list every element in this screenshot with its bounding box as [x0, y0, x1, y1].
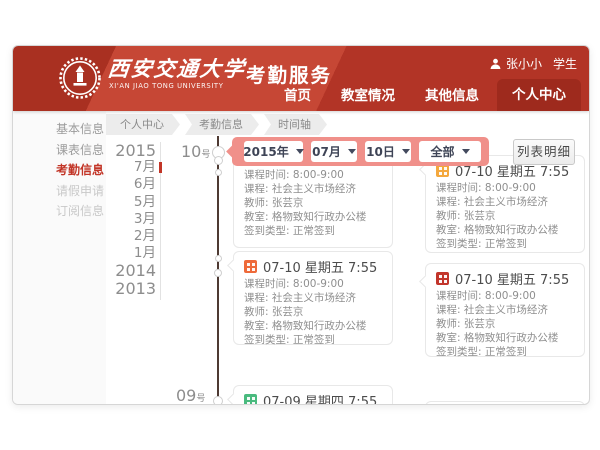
- card-field: 教室: 格物致知行政办公楼: [436, 224, 574, 238]
- card-field: 教师: 张芸京: [244, 197, 382, 211]
- card-field: 课程时间: 8:00-9:00: [244, 278, 382, 292]
- university-logo-icon: [58, 56, 102, 104]
- card-field: 课程: 社会主义市场经济: [244, 183, 382, 197]
- month-dropdown[interactable]: 07月: [311, 141, 357, 162]
- timeline-dot: [213, 396, 223, 405]
- nav-item-3[interactable]: 个人中心: [497, 79, 581, 111]
- sidebar-item-0[interactable]: 基本信息: [13, 119, 106, 140]
- timeline-period-2014[interactable]: 2014: [63, 262, 156, 279]
- current-period-tick: [159, 162, 162, 173]
- attendance-card: 07-10 星期五 7:55课程时间: 8:00-9:00课程: 社会主义市场经…: [425, 155, 585, 253]
- timeline-dot: [214, 269, 222, 277]
- timeline-period-5月[interactable]: 5月: [63, 194, 156, 211]
- card-title: 07-10 星期五 7:55: [455, 269, 569, 288]
- university-name-en: XI'AN JIAO TONG UNIVERSITY: [109, 82, 223, 90]
- card-field: 课程时间: 8:00-9:00: [436, 290, 574, 304]
- timeline-period-list: 20157月6月5月3月2月1月20142013: [63, 142, 156, 297]
- day-dropdown[interactable]: 10日: [365, 141, 411, 162]
- breadcrumb-item-2[interactable]: 时间轴: [264, 114, 327, 135]
- main-nav: 首页教室情况其他信息个人中心: [272, 79, 581, 111]
- timeline-dot: [214, 156, 223, 165]
- seal-icon: [244, 394, 257, 405]
- university-name-zh: 西安交通大学: [106, 53, 247, 83]
- card-field: 签到类型: 正常签到: [244, 334, 382, 348]
- card-field: 教师: 张芸京: [436, 318, 574, 332]
- attendance-card: 07-10 星期五 7:55 课程时间: 8:00-9:00课程: 社会主义市场经…: [425, 263, 585, 357]
- timeline-period-7月[interactable]: 7月: [63, 159, 156, 176]
- attendance-card: 07-09 星期四 7:55: [233, 385, 393, 405]
- card-field: 教室: 格物致知行政办公楼: [436, 332, 574, 346]
- chevron-down-icon: [296, 149, 304, 154]
- seal-icon: [436, 272, 449, 285]
- card-field: 课程: 社会主义市场经济: [244, 292, 382, 306]
- breadcrumb-item-0[interactable]: 个人中心: [106, 114, 180, 135]
- timeline-period-6月[interactable]: 6月: [63, 176, 156, 193]
- breadcrumb-item-1[interactable]: 考勤信息: [185, 114, 259, 135]
- timeline-period-1月[interactable]: 1月: [63, 245, 156, 262]
- card-field: 教师: 张芸京: [436, 210, 574, 224]
- card-field: 签到类型: 正常签到: [244, 225, 382, 239]
- type-dropdown[interactable]: 全部: [419, 141, 481, 162]
- chevron-down-icon: [462, 149, 470, 154]
- breadcrumb: 个人中心考勤信息时间轴: [106, 114, 327, 135]
- timeline-dot: [215, 255, 222, 262]
- user-info[interactable]: 张小小 学生: [490, 55, 577, 72]
- timeline-period-2月[interactable]: 2月: [63, 228, 156, 245]
- card-field: 教师: 张芸京: [244, 306, 382, 320]
- card-field: 签到类型: 正常签到: [436, 238, 574, 252]
- day-marker-10: 10号: [181, 142, 210, 161]
- chevron-down-icon: [402, 149, 410, 154]
- attendance-card: 07-10 星期五 7:55 课程时间: 8:00-9:00课程: 社会主义市场经…: [233, 251, 393, 345]
- seal-icon: [244, 260, 257, 273]
- date-filter-bar: 2015年 07月 10日 全部: [232, 137, 489, 166]
- app-header: 西安交通大学 XI'AN JIAO TONG UNIVERSITY 考勤服务 张…: [13, 46, 589, 111]
- user-name: 张小小: [506, 55, 542, 72]
- user-role: 学生: [553, 55, 577, 72]
- card-title: 07-10 星期五 7:55: [263, 257, 377, 276]
- attendance-card: [425, 401, 585, 405]
- nav-item-0[interactable]: 首页: [272, 81, 323, 111]
- timeline-period-3月[interactable]: 3月: [63, 211, 156, 228]
- card-field: 课程: 社会主义市场经济: [436, 196, 574, 210]
- timeline-dot: [215, 169, 222, 176]
- app-window: 西安交通大学 XI'AN JIAO TONG UNIVERSITY 考勤服务 张…: [12, 45, 590, 405]
- user-icon: [490, 58, 501, 70]
- list-detail-button[interactable]: 列表明细: [513, 139, 575, 165]
- year-dropdown[interactable]: 2015年: [244, 141, 303, 162]
- card-field: 课程: 社会主义市场经济: [436, 304, 574, 318]
- day-marker-09: 09号: [176, 386, 205, 405]
- timeline-period-2015[interactable]: 2015: [63, 142, 156, 159]
- timeline-period-2013[interactable]: 2013: [63, 280, 156, 297]
- chevron-down-icon: [348, 149, 356, 154]
- card-field: 教室: 格物致知行政办公楼: [244, 320, 382, 334]
- nav-item-2[interactable]: 其他信息: [413, 81, 491, 111]
- nav-item-1[interactable]: 教室情况: [329, 81, 407, 111]
- card-field: 课程时间: 8:00-9:00: [436, 182, 574, 196]
- card-field: 教室: 格物致知行政办公楼: [244, 211, 382, 225]
- card-field: 课程时间: 8:00-9:00: [244, 169, 382, 183]
- card-title: 07-09 星期四 7:55: [263, 391, 377, 405]
- card-field: 签到类型: 正常签到: [436, 346, 574, 360]
